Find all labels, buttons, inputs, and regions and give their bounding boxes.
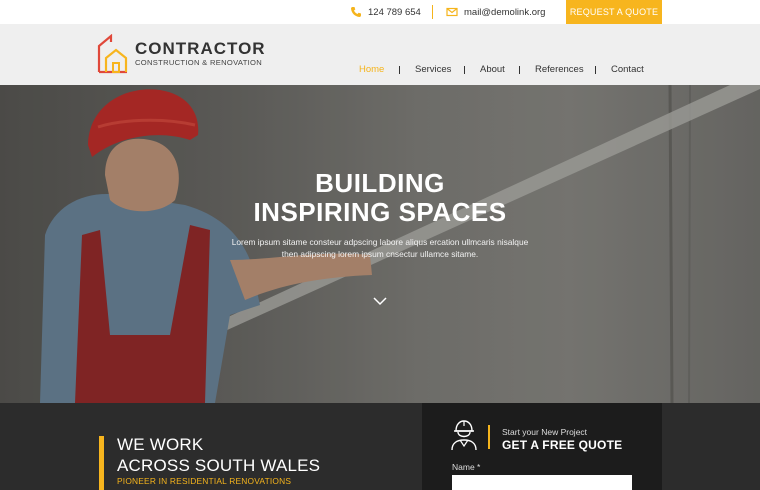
panel-divider — [488, 425, 490, 449]
nav-separator — [595, 66, 596, 74]
nav-separator — [399, 66, 400, 74]
topbar-divider — [432, 5, 433, 19]
quote-kicker: Start your New Project — [502, 427, 588, 437]
email-address: mail@demolink.org — [464, 6, 546, 18]
section-title-line1: WE WORK — [117, 435, 204, 454]
name-input[interactable] — [452, 475, 632, 490]
section-tagline: PIONEER IN RESIDENTIAL RENOVATIONS — [117, 476, 292, 486]
hero-title-line2: INSPIRING SPACES — [253, 197, 507, 227]
hero-text-line1: Lorem ipsum sitame consteur adpscing lab… — [231, 237, 529, 247]
name-label: Name * — [452, 462, 481, 472]
mail-icon — [446, 7, 458, 17]
top-bar: 124 789 654 mail@demolink.org REQUEST A … — [0, 0, 760, 24]
nav-references[interactable]: References — [535, 64, 584, 75]
hero-text-line2: then adipscing lorem ipsum cnsectur ulla… — [281, 249, 479, 259]
site-header: CONTRACTOR CONSTRUCTION & RENOVATION Hom… — [0, 24, 760, 85]
house-logo-icon — [97, 34, 128, 74]
chevron-down-icon[interactable] — [372, 296, 388, 306]
worker-icon — [451, 420, 477, 451]
email-contact[interactable]: mail@demolink.org — [446, 6, 545, 18]
nav-contact[interactable]: Contact — [611, 64, 644, 75]
nav-about[interactable]: About — [480, 64, 505, 75]
nav-separator — [464, 66, 465, 74]
logo-subtitle: CONSTRUCTION & RENOVATION — [135, 58, 263, 67]
quote-title: GET A FREE QUOTE — [502, 438, 623, 452]
request-quote-button[interactable]: REQUEST A QUOTE — [566, 0, 662, 24]
section-title: WE WORK ACROSS SOUTH WALES — [117, 434, 320, 476]
accent-bar — [99, 436, 104, 490]
nav-services[interactable]: Services — [415, 64, 451, 75]
quote-form-panel: Start your New Project GET A FREE QUOTE … — [422, 403, 662, 490]
hero-banner: BUILDING INSPIRING SPACES Lorem ipsum si… — [0, 85, 760, 403]
section-title-line2: ACROSS SOUTH WALES — [117, 456, 321, 475]
phone-contact[interactable]: 124 789 654 — [350, 6, 421, 18]
nav-separator — [519, 66, 520, 74]
logo[interactable]: CONTRACTOR CONSTRUCTION & RENOVATION — [97, 34, 266, 74]
nav-home[interactable]: Home — [359, 64, 384, 75]
phone-icon — [351, 7, 361, 17]
intro-section: WE WORK ACROSS SOUTH WALES PIONEER IN RE… — [0, 403, 760, 490]
phone-number: 124 789 654 — [368, 6, 421, 18]
hero-title-line1: BUILDING — [315, 168, 445, 198]
logo-title: CONTRACTOR — [135, 39, 266, 58]
